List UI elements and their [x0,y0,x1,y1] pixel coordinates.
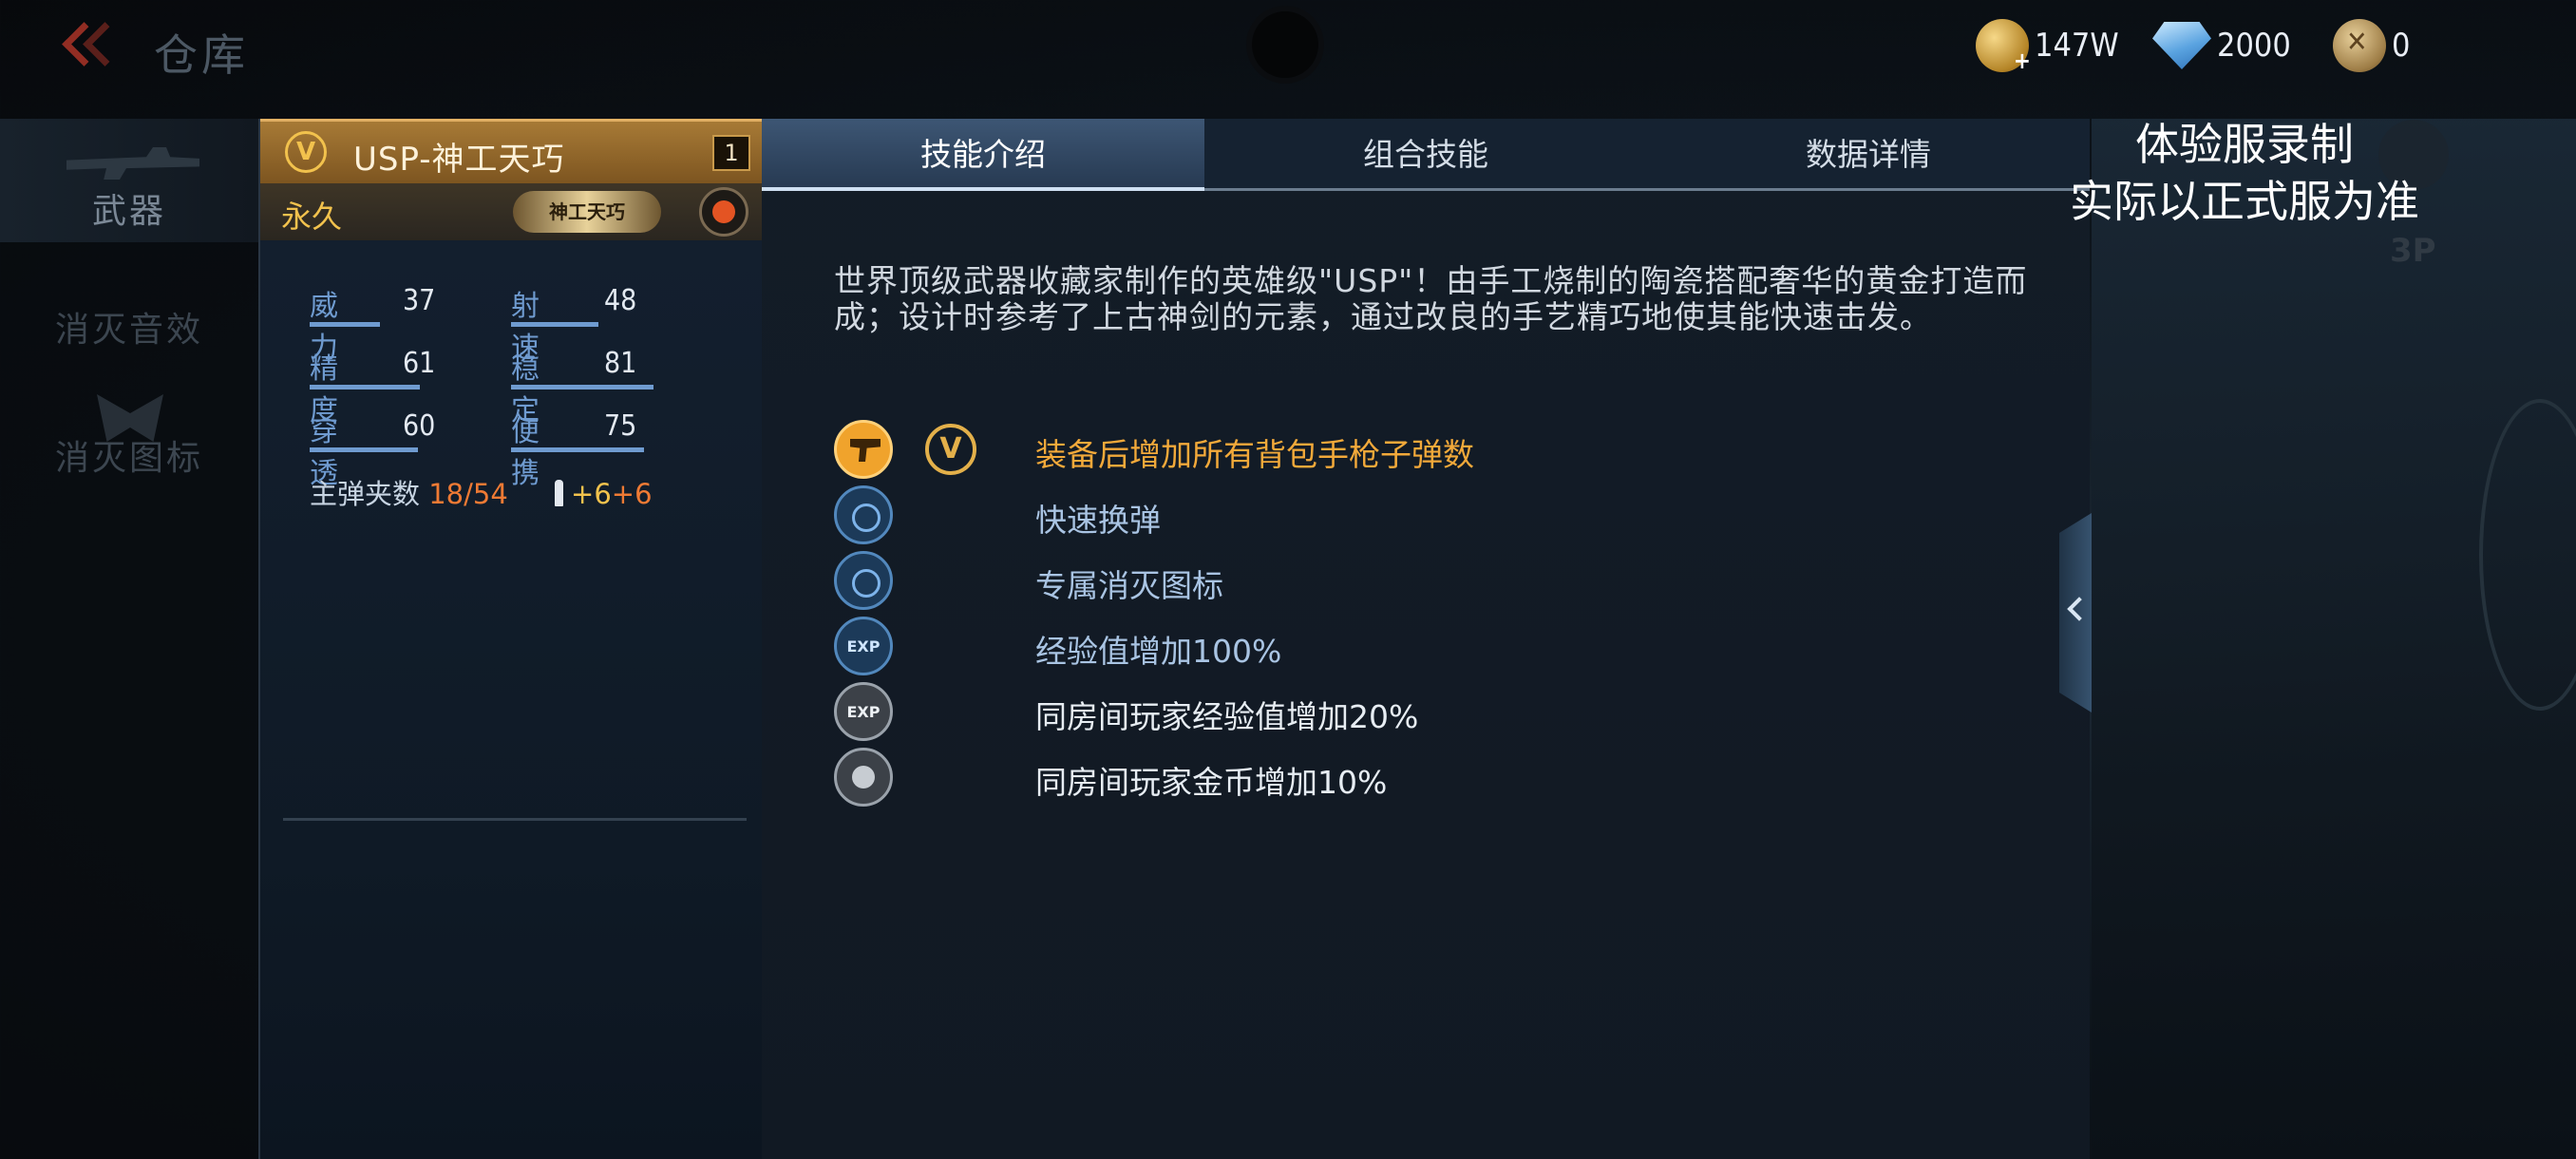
bullet-icon [555,480,564,506]
ammo-label: 主弹夹数 [310,478,421,510]
exp-icon: EXP [834,617,893,675]
gold-coin-icon [1976,19,2031,74]
skill-text: 同房间玩家金币增加10% [1035,764,1388,801]
ammo-reserve: 54 [472,478,508,510]
token-icon [2333,19,2386,72]
stat-bar [511,322,598,327]
stat-bar [511,385,653,390]
sidebar-item-kill-sound[interactable]: 消灭音效 [0,276,258,361]
sidebar-item-kill-icon[interactable]: 消灭图标 [0,385,258,489]
ammo-bonus-b: +6 [611,478,653,510]
chevron-left-icon [2067,597,2092,621]
tier-v-icon: V [925,424,976,475]
stat-bar [511,447,644,452]
skill-row: 同房间玩家金币增加10% [834,748,1974,808]
weapon-card: V USP-神工天巧 1 永久 神工天巧 威力 37 射速 48 精度 61 稳… [258,119,764,1159]
tab-combo-skills[interactable]: 组合技能 [1204,119,1647,191]
stat-value: 81 [604,347,637,380]
duration-label: 永久 [281,199,343,235]
stat-value: 61 [403,347,436,380]
tier-v-icon: V [285,131,327,173]
weapon-card-header: V USP-神工天巧 1 [260,119,764,183]
card-divider [283,818,747,821]
reload-icon [834,485,893,544]
page-title: 仓库 [154,29,249,81]
gold-currency[interactable]: 147W [1976,17,2119,74]
diamond-amount: 2000 [2217,27,2291,65]
pistol-icon [834,420,893,479]
sidebar: 武器 消灭音效 消灭图标 [0,119,258,1159]
token-currency[interactable]: 0 [2333,17,2410,74]
weapon-description: 世界顶级武器收藏家制作的英雄级"USP"！由手工烧制的陶瓷搭配奢华的黄金打造而成… [834,262,2028,335]
diamond-currency[interactable]: 2000 [2152,17,2291,74]
stat-bar [310,447,418,452]
skill-panel: 技能介绍 组合技能 数据详情 世界顶级武器收藏家制作的英雄级"USP"！由手工烧… [762,119,2090,1159]
skill-row: EXP 同房间玩家经验值增加20% [834,682,1974,743]
camera-cutout [1252,11,1318,78]
room-coin-icon [834,748,893,807]
skill-row: 专属消灭图标 [834,551,1974,612]
skill-row: 快速换弹 [834,485,1974,546]
token-amount: 0 [2392,27,2411,65]
sidebar-item-label: 消灭图标 [54,439,203,478]
sidebar-item-label: 武器 [91,192,166,231]
skill-row: EXP 经验值增加100% [834,617,1974,677]
gold-amount: 147W [2035,27,2119,65]
watermark-line: 实际以正式服为准 [2070,176,2419,227]
top-bar: 仓库 147W 2000 0 [0,0,2576,95]
stat-bar [310,385,420,390]
weapon-type-icon[interactable] [699,187,748,237]
weapon-name: USP-神工天巧 [353,141,565,179]
diamond-icon [2152,22,2211,69]
weapon-plate-badge: 神工天巧 [513,191,661,233]
skill-text: 快速换弹 [1035,502,1161,539]
watermark: 体验服录制 实际以正式服为准 [2021,116,2468,230]
skill-row: V 装备后增加所有背包手枪子弹数 [834,420,1974,481]
room-exp-icon: EXP [834,682,893,741]
weapon-count-badge: 1 [712,135,750,171]
ammo-clip: 18 [428,478,464,510]
stat-bar [310,322,380,327]
ammo-bonus-a: +6 [571,478,612,510]
watermark-line: 体验服录制 [2135,119,2354,170]
ammo-separator: / [464,478,473,510]
kill-emblem-icon [834,551,893,610]
collapse-panel-button[interactable] [2059,513,2092,712]
view-mode-label[interactable]: 3P [2390,232,2436,270]
skill-text: 同房间玩家经验值增加20% [1035,698,1419,735]
back-button[interactable] [57,21,127,78]
skill-text: 经验值增加100% [1035,633,1282,670]
weapon-card-subheader: 永久 神工天巧 [260,183,764,240]
skill-text: 专属消灭图标 [1035,567,1223,604]
skill-text: 装备后增加所有背包手枪子弹数 [1035,436,1474,473]
ammo-row: 主弹夹数 18/54 +6+6 [310,472,653,512]
sidebar-item-weapons[interactable]: 武器 [0,119,258,242]
rifle-icon [66,147,199,180]
stat-value: 37 [403,284,436,317]
tab-skill-intro[interactable]: 技能介绍 [762,119,1204,191]
stat-value: 75 [604,409,637,443]
stat-value: 48 [604,284,637,317]
sidebar-item-label: 消灭音效 [54,311,203,350]
stat-value: 60 [403,409,436,443]
tab-bar: 技能介绍 组合技能 数据详情 [762,119,2090,191]
